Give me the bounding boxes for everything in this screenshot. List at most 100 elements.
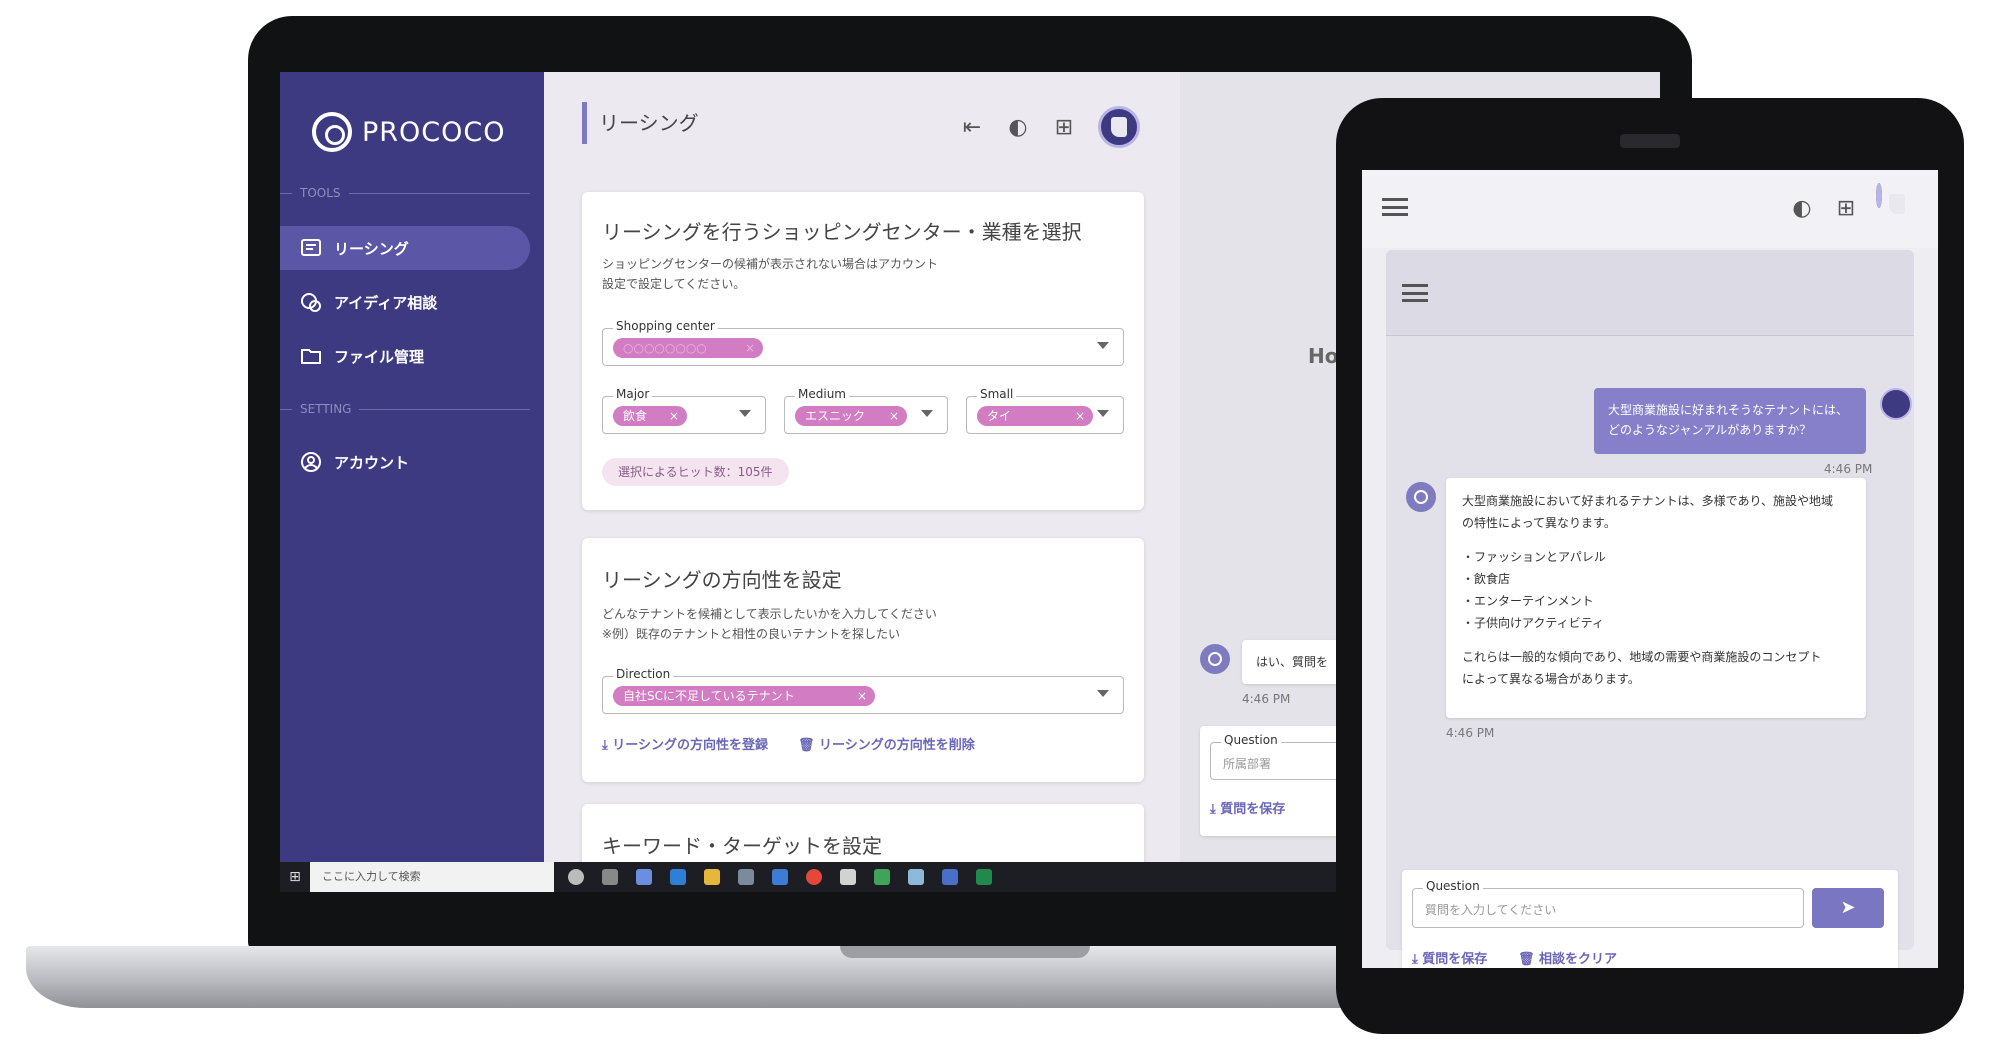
sidebar-item-files[interactable]: ファイル管理 — [280, 334, 530, 378]
direction-select[interactable]: Direction 自社SCに不足しているテナント × — [602, 667, 1124, 714]
theme-toggle-icon[interactable]: ◐ — [1006, 115, 1030, 140]
register-direction-button[interactable]: ⤓ リーシングの方向性を登録 — [602, 734, 768, 753]
hamburger-icon[interactable] — [1382, 198, 1408, 216]
small-chip: タイ × — [977, 406, 1093, 426]
page-title: リーシング — [582, 102, 699, 144]
theme-toggle-icon[interactable]: ◐ — [1790, 196, 1814, 221]
main-content: リーシング ⇤ ◐ ⊞ リーシングを行うショッピングセンター・業種を選択 ショッ… — [544, 72, 1180, 884]
app-icon[interactable] — [636, 869, 652, 885]
apps-grid-icon[interactable]: ⊞ — [1834, 196, 1858, 221]
edge-icon[interactable] — [670, 869, 686, 885]
question-input[interactable]: Question 質問を入力してください — [1412, 879, 1804, 928]
tablet-camera — [1620, 134, 1680, 148]
list-icon — [301, 239, 321, 256]
sidebar-item-label: アイディア相談 — [334, 293, 438, 312]
header-toolbar: ⇤ ◐ ⊞ — [960, 106, 1140, 148]
prococo-logo-icon — [312, 112, 352, 152]
bot-avatar — [1200, 644, 1230, 674]
delete-direction-button[interactable]: 🗑 リーシングの方向性を削除 — [798, 734, 975, 753]
clear-chat-button[interactable]: 🗑 相談をクリア — [1518, 948, 1617, 967]
message-time: 4:46 PM — [1242, 692, 1291, 706]
app-icon[interactable] — [738, 869, 754, 885]
taskbar-search[interactable]: ここに入力して検索 — [310, 862, 554, 892]
sidebar-item-label: アカウント — [334, 453, 410, 472]
app-icon[interactable] — [908, 869, 924, 885]
card-desc: 設定で設定してください。 — [602, 277, 746, 291]
sidebar-item-account[interactable]: アカウント — [280, 440, 530, 484]
download-icon: ⤓ — [1412, 952, 1423, 967]
major-chip: 飲食 × — [613, 406, 687, 426]
app-icon[interactable] — [602, 869, 618, 885]
send-icon: ➤ — [1840, 897, 1856, 918]
user-message: 大型商業施設に好まれそうなテナントには、 どのようなジャンアルがありますか？ — [1594, 388, 1866, 454]
app-icon[interactable] — [772, 869, 788, 885]
chat-hint: Ho — [1308, 344, 1339, 368]
send-button[interactable]: ➤ — [1812, 888, 1884, 928]
chat-card: 大型商業施設に好まれそうなテナントには、 どのようなジャンアルがありますか？ 4… — [1386, 250, 1914, 968]
direction-chip: 自社SCに不足しているテナント × — [613, 686, 875, 706]
tablet-screen: ◐ ⊞ 大型商業施設に好まれそうなテナントには、 どのようなジャンアルがあります… — [1362, 170, 1938, 968]
sidebar: PROCOCO TOOLS リーシング アイディア相談 ファイル管理 SETTI… — [280, 72, 544, 862]
bot-message: 大型商業施設において好まれるテナントは、多様であり、施設や地域 の特性によって異… — [1446, 478, 1866, 718]
trash-icon: 🗑 — [798, 738, 820, 753]
avatar[interactable] — [1876, 183, 1882, 208]
explorer-icon[interactable] — [704, 869, 720, 885]
chevron-down-icon — [921, 410, 933, 417]
folder-icon — [301, 349, 321, 364]
save-question-button[interactable]: ⤓ 質問を保存 — [1412, 948, 1487, 967]
select-center-card: リーシングを行うショッピングセンター・業種を選択 ショッピングセンターの候補が表… — [582, 192, 1144, 510]
taskbar-apps — [568, 869, 992, 885]
sidebar-item-idea[interactable]: アイディア相談 — [280, 280, 530, 324]
hit-count-badge: 選択によるヒット数：105件 — [602, 458, 789, 486]
chip-close-icon[interactable]: × — [1075, 406, 1085, 426]
chevron-down-icon — [739, 410, 751, 417]
apps-grid-icon[interactable]: ⊞ — [1052, 115, 1076, 140]
card-desc: どんなテナントを候補として表示したいかを入力してください — [602, 607, 937, 621]
chat-card-header — [1386, 250, 1914, 336]
major-select[interactable]: Major 飲食 × — [602, 387, 766, 434]
section-tools: TOOLS — [280, 186, 530, 200]
chevron-down-icon — [1097, 342, 1109, 349]
save-question-button[interactable]: ⤓ 質問を保存 — [1210, 798, 1285, 817]
brand-name: PROCOCO — [362, 116, 506, 148]
excel-icon[interactable] — [976, 869, 992, 885]
collapse-menu-icon[interactable]: ⇤ — [960, 115, 984, 140]
tablet-header: ◐ ⊞ — [1362, 170, 1938, 248]
user-avatar — [1880, 388, 1912, 420]
card-desc: ショッピングセンターの候補が表示されない場合はアカウント — [602, 257, 939, 271]
chevron-down-icon — [1097, 690, 1109, 697]
sidebar-item-leasing[interactable]: リーシング — [280, 226, 530, 270]
message-time: 4:46 PM — [1446, 726, 1495, 740]
chat-bubbles-icon — [301, 293, 321, 312]
sidebar-item-label: リーシング — [334, 239, 409, 258]
task-view-icon[interactable] — [568, 869, 584, 885]
app-icon[interactable] — [942, 869, 958, 885]
chrome-icon[interactable] — [806, 869, 822, 885]
section-setting: SETTING — [280, 402, 530, 416]
medium-chip: エスニック × — [795, 406, 907, 426]
card-title: リーシングの方向性を設定 — [602, 568, 842, 592]
medium-select[interactable]: Medium エスニック × — [784, 387, 948, 434]
bot-avatar — [1406, 482, 1436, 512]
hamburger-icon[interactable] — [1402, 284, 1428, 302]
direction-card: リーシングの方向性を設定 どんなテナントを候補として表示したいかを入力してくださ… — [582, 538, 1144, 782]
chip-close-icon[interactable]: × — [669, 406, 679, 426]
card-title: キーワード・ターゲットを設定 — [602, 834, 882, 858]
logo[interactable]: PROCOCO — [312, 112, 506, 152]
shopping-center-select[interactable]: Shopping center ○○○○○○○○ × — [602, 319, 1124, 366]
download-icon: ⤓ — [602, 738, 613, 753]
windows-start-icon[interactable]: ⊞ — [280, 862, 310, 892]
chip-close-icon[interactable]: × — [889, 406, 899, 426]
avatar[interactable] — [1098, 106, 1140, 148]
app-icon[interactable] — [840, 869, 856, 885]
app-icon[interactable] — [874, 869, 890, 885]
small-select[interactable]: Small タイ × — [966, 387, 1124, 434]
chip-close-icon[interactable]: × — [857, 686, 867, 706]
download-icon: ⤓ — [1210, 802, 1221, 817]
sidebar-item-label: ファイル管理 — [334, 347, 425, 366]
chip-close-icon[interactable]: × — [745, 338, 755, 358]
trash-icon: 🗑 — [1518, 952, 1540, 967]
card-desc: ※例）既存のテナントと相性の良いテナントを探したい — [602, 627, 901, 641]
question-card: Question 質問を入力してください ➤ ⤓ 質問を保存 🗑 相談をクリア — [1402, 870, 1898, 968]
chevron-down-icon — [1097, 410, 1109, 417]
